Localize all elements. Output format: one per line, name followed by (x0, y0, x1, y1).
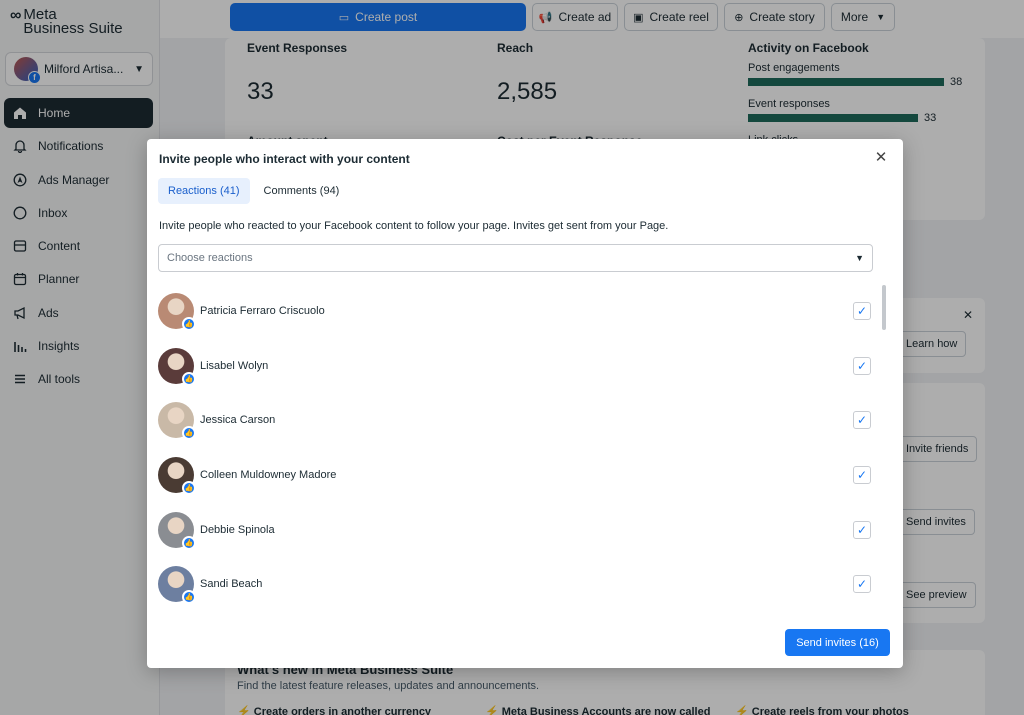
scrollbar[interactable] (882, 285, 886, 330)
avatar: 👍 (158, 566, 196, 605)
list-item[interactable]: 👍 Debbie Spinola ✓ (158, 502, 883, 557)
modal-description: Invite people who reacted to your Facebo… (159, 220, 669, 232)
like-icon: 👍 (182, 371, 196, 386)
like-icon: 👍 (182, 590, 196, 605)
avatar: 👍 (158, 402, 196, 441)
person-name: Debbie Spinola (200, 523, 275, 536)
like-icon: 👍 (182, 317, 196, 332)
avatar: 👍 (158, 457, 196, 496)
person-name: Patricia Ferraro Criscuolo (200, 305, 325, 318)
avatar: 👍 (158, 293, 196, 332)
close-icon[interactable]: ✕ (873, 150, 889, 166)
tab-reactions[interactable]: Reactions (41) (158, 178, 250, 204)
modal-title: Invite people who interact with your con… (159, 152, 410, 166)
select-checkbox[interactable]: ✓ (853, 575, 871, 594)
people-list: 👍 Patricia Ferraro Criscuolo ✓ 👍 Lisabel Wol… (158, 284, 883, 612)
like-icon: 👍 (182, 426, 196, 441)
list-item[interactable]: 👍 Lisabel Wolyn ✓ (158, 339, 883, 394)
invite-modal: Invite people who interact with your con… (147, 139, 903, 668)
select-checkbox[interactable]: ✓ (853, 520, 871, 539)
choose-reactions-select[interactable]: Choose reactions ▼ (158, 244, 873, 272)
list-item[interactable]: 👍 Jessica Carson ✓ (158, 393, 883, 448)
select-checkbox[interactable]: ✓ (853, 356, 871, 375)
select-placeholder: Choose reactions (167, 252, 253, 264)
select-checkbox[interactable]: ✓ (853, 466, 871, 485)
like-icon: 👍 (182, 481, 196, 496)
avatar: 👍 (158, 511, 196, 550)
person-name: Colleen Muldowney Madore (200, 469, 337, 482)
send-invites-button[interactable]: Send invites (16) (785, 629, 890, 656)
list-item[interactable]: 👍 Patricia Ferraro Criscuolo ✓ (158, 284, 883, 339)
person-name: Sandi Beach (200, 578, 263, 591)
modal-tabs: Reactions (41) Comments (94) (158, 178, 353, 204)
select-checkbox[interactable]: ✓ (853, 411, 871, 430)
list-item[interactable]: 👍 Colleen Muldowney Madore ✓ (158, 448, 883, 503)
avatar: 👍 (158, 347, 196, 386)
caret-down-icon: ▼ (855, 253, 864, 263)
like-icon: 👍 (182, 535, 196, 550)
person-name: Lisabel Wolyn (200, 359, 269, 372)
person-name: Jessica Carson (200, 414, 276, 427)
list-item[interactable]: 👍 Sandi Beach ✓ (158, 557, 883, 612)
tab-comments[interactable]: Comments (94) (254, 178, 350, 204)
select-checkbox[interactable]: ✓ (853, 302, 871, 321)
